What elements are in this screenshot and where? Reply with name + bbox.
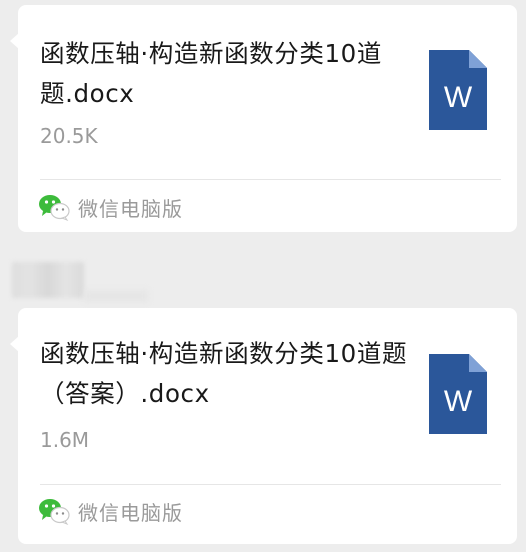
file-message-bubble[interactable]: 函数压轴·构造新函数分类10道题（答案）.docx 1.6M W 微信电脑版 — [10, 308, 517, 544]
wechat-icon — [39, 195, 70, 221]
file-size: 20.5K — [40, 124, 98, 148]
word-icon-letter: W — [444, 385, 473, 418]
file-message-bubble[interactable]: 函数压轴·构造新函数分类10道题.docx 20.5K W 微信电脑版 — [10, 5, 517, 232]
source-row: 微信电脑版 — [38, 192, 183, 222]
word-icon-letter: W — [444, 81, 473, 114]
file-size: 1.6M — [40, 428, 90, 452]
word-document-icon: W — [429, 354, 487, 434]
source-row: 微信电脑版 — [38, 496, 183, 526]
sender-avatar-blurred — [12, 262, 84, 298]
source-label: 微信电脑版 — [78, 500, 183, 525]
wechat-icon — [39, 499, 70, 525]
file-name: 函数压轴·构造新函数分类10道题（答案）.docx — [40, 339, 408, 408]
bubble-tail — [10, 336, 19, 352]
word-document-icon: W — [429, 50, 487, 130]
source-label: 微信电脑版 — [78, 196, 183, 221]
divider — [40, 484, 501, 485]
sender-name-blurred — [84, 290, 148, 302]
bubble-tail — [10, 33, 19, 49]
file-name: 函数压轴·构造新函数分类10道题.docx — [40, 39, 382, 108]
divider — [40, 179, 501, 180]
